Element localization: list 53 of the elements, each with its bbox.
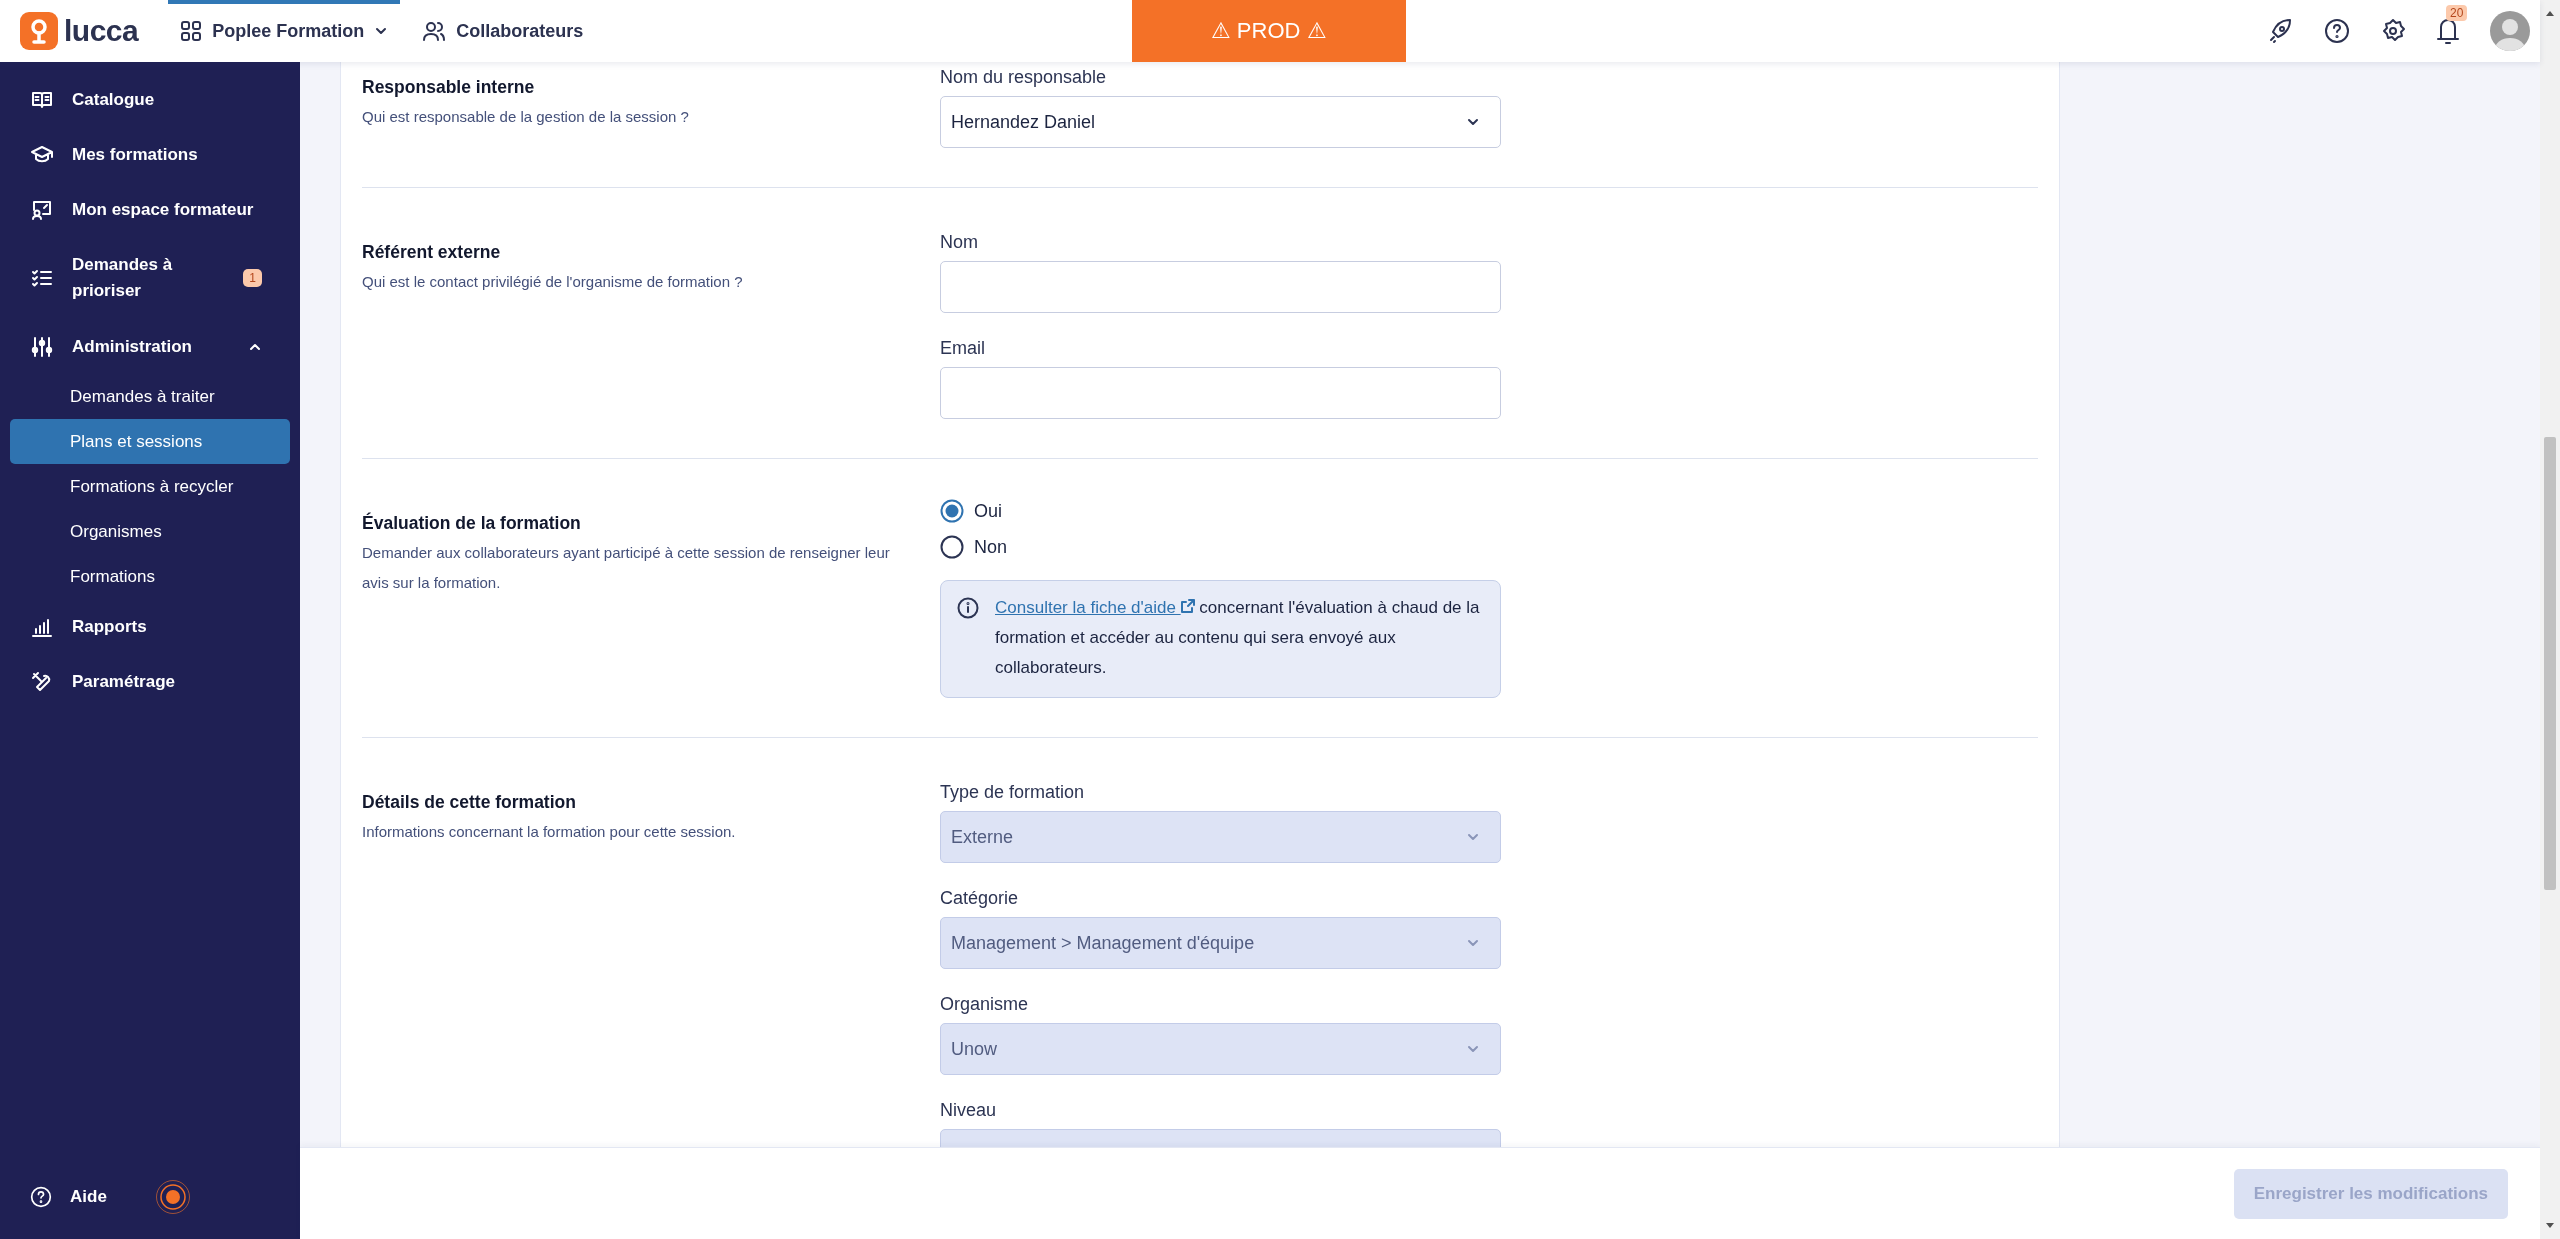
field-label: Nom: [940, 231, 979, 254]
field-label: Type de formation: [940, 781, 1086, 804]
logo-text[interactable]: lucca: [64, 14, 139, 48]
sidebar-item[interactable]: Rapports: [0, 599, 290, 654]
field-label: Organisme: [940, 993, 1030, 1016]
info-text: Consulter la fiche d'aide concernant l'évaluation à chaud de la formation et accéder au contenu qui sera envoyé aux collaborateurs.: [995, 597, 1480, 679]
section-title: Détails de cette formation: [362, 792, 577, 813]
section-title: Évaluation de la formation: [362, 513, 582, 534]
input-field[interactable]: [940, 261, 1501, 313]
help-label[interactable]: Aide: [70, 1187, 107, 1207]
section-description: Qui est responsable de la gestion de la session ?: [362, 107, 690, 127]
radio-unchecked-icon: [940, 535, 964, 559]
field-label: Niveau: [940, 1099, 998, 1122]
field-label: Catégorie: [940, 887, 1020, 910]
sidebar-item[interactable]: Mon espace formateur: [0, 182, 290, 237]
section-title: Référent externe: [362, 242, 502, 263]
radio-option[interactable]: Oui: [940, 499, 1002, 523]
status-dot-icon[interactable]: [154, 1179, 191, 1215]
count-badge: 1: [243, 269, 262, 287]
field-label: Email: [940, 337, 986, 360]
sidebar-subitem[interactable]: Demandes à traiter: [10, 374, 290, 419]
sidebar-item[interactable]: Paramétrage: [0, 654, 290, 709]
sliders-icon: [30, 334, 54, 359]
sidebar-subitem[interactable]: Organismes: [10, 509, 290, 554]
avatar[interactable]: [2490, 11, 2530, 51]
field-label: Nom du responsable: [940, 66, 1108, 89]
nav-link[interactable]: Collaborateurs: [410, 0, 596, 62]
bell-icon[interactable]: [2436, 17, 2460, 45]
input-field[interactable]: [940, 367, 1501, 419]
external-link-icon: [1180, 599, 1195, 613]
sidebar-item[interactable]: Catalogue: [0, 72, 290, 127]
sidebar-subitem[interactable]: Formations: [10, 554, 290, 599]
sidebar-item[interactable]: Mes formations: [0, 127, 290, 182]
radio-checked-icon: [940, 499, 964, 523]
sidebar-item[interactable]: Administration: [0, 319, 290, 374]
section-description: Informations concernant la formation pour cette session.: [362, 822, 737, 842]
grid-icon: [180, 20, 203, 42]
section-description: Qui est le contact privilégié de l'organisme de formation ?: [362, 272, 744, 292]
sidebar-subitem[interactable]: Formations à recycler: [10, 464, 290, 509]
select-field[interactable]: Hernandez Daniel: [940, 96, 1501, 148]
help-link[interactable]: Consulter la fiche d'aide: [995, 598, 1195, 617]
settings-icon[interactable]: [2380, 18, 2406, 44]
notification-badge: 20: [2446, 5, 2468, 21]
section-title: Responsable interne: [362, 77, 536, 98]
sidebar-item[interactable]: Demandes à prioriser 1: [0, 237, 290, 319]
help-icon[interactable]: [2324, 18, 2350, 44]
logo-icon: [20, 12, 58, 50]
info-icon: [957, 597, 979, 619]
section-description: Demander aux collaborateurs ayant participé à cette session de renseigner leur avis sur la formation.: [362, 543, 891, 593]
environment-banner: ⚠ PROD ⚠: [1131, 0, 1406, 62]
people-icon: [422, 20, 447, 42]
radio-option[interactable]: Non: [940, 535, 1008, 559]
sidebar-subitem[interactable]: Plans et sessions: [10, 419, 290, 464]
